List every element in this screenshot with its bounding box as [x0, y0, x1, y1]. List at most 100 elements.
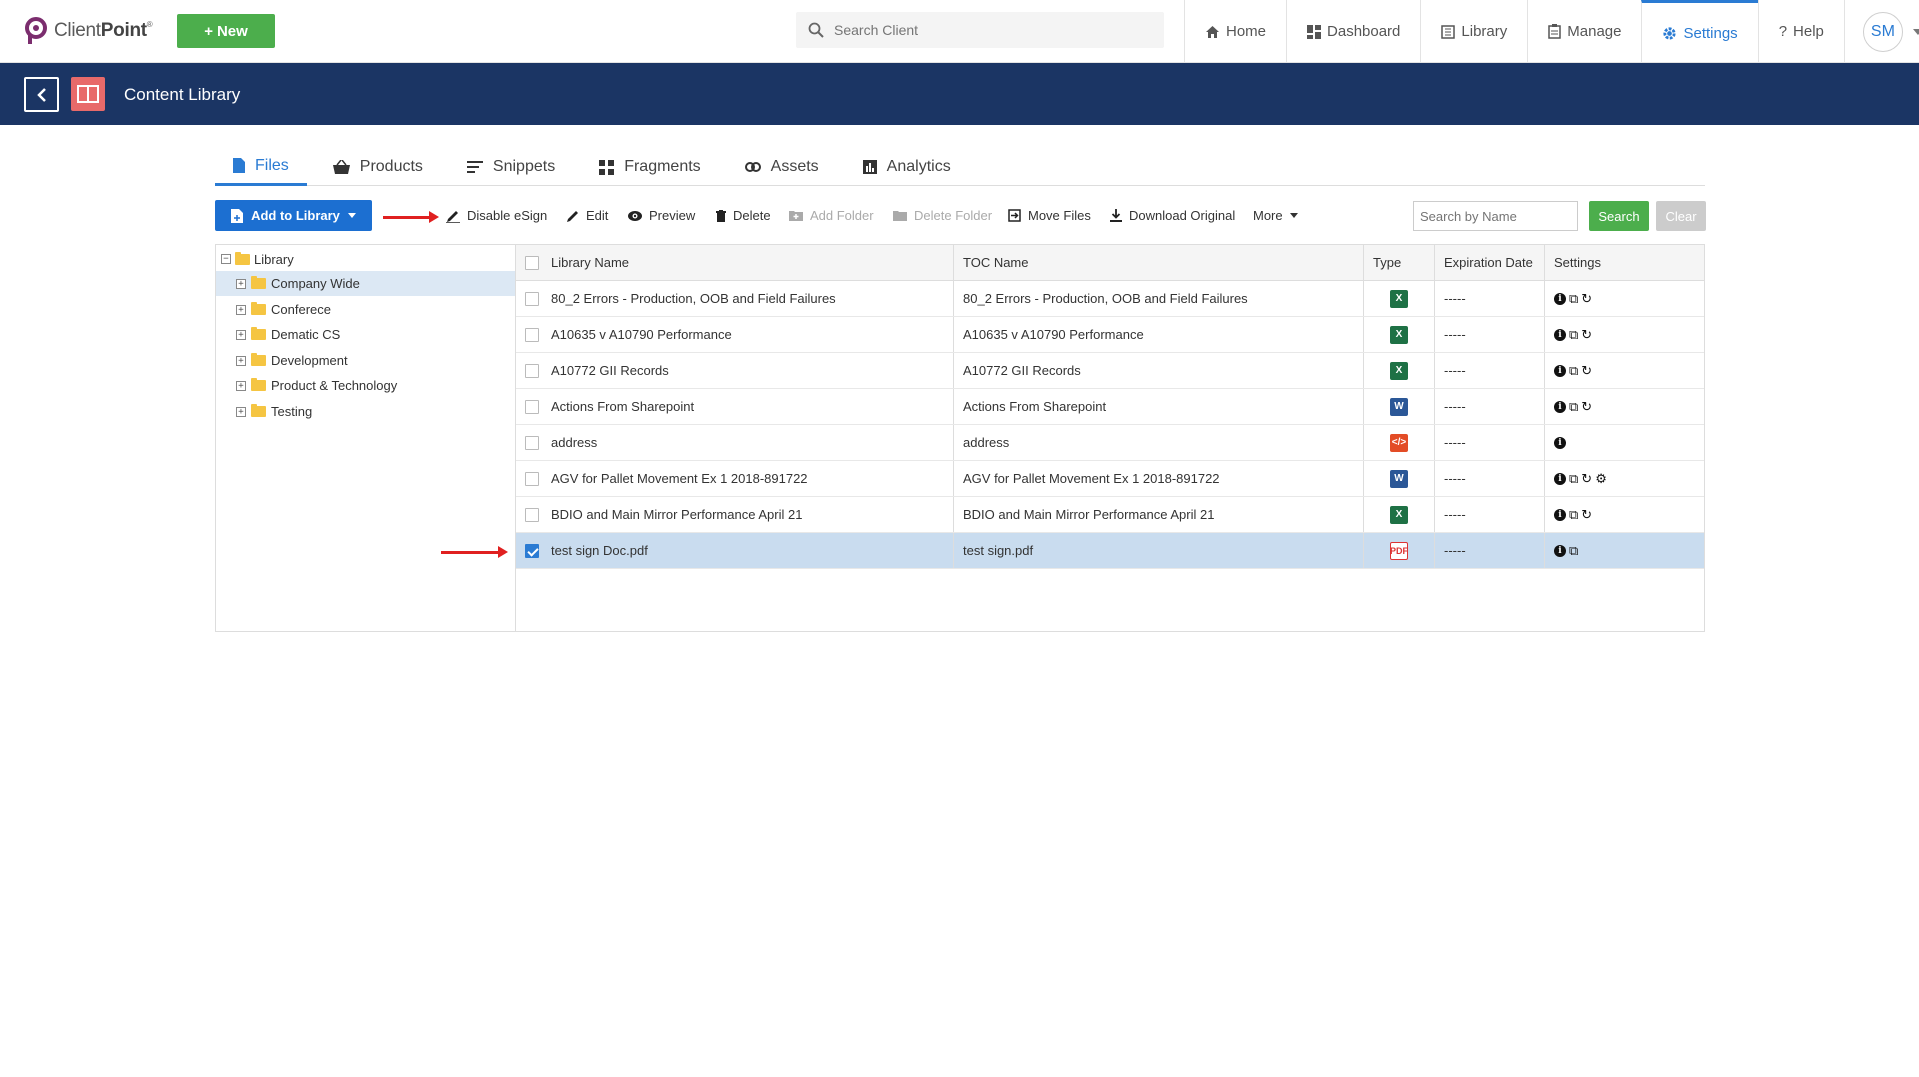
gear-icon[interactable]: ⚙ — [1595, 471, 1607, 487]
tab-analytics[interactable]: Analytics — [845, 148, 969, 186]
cell-library-name[interactable]: 80_2 Errors - Production, OOB and Field … — [542, 281, 953, 316]
header-expiration[interactable]: Expiration Date — [1434, 245, 1544, 280]
tab-assets[interactable]: Assets — [727, 148, 837, 186]
row-checkbox[interactable] — [525, 507, 539, 522]
header-settings[interactable]: Settings — [1544, 245, 1704, 280]
table-row[interactable]: BDIO and Main Mirror Performance April 2… — [516, 497, 1704, 533]
tree-root[interactable]: − Library — [221, 249, 294, 269]
copy-icon[interactable]: ⧉ — [1569, 399, 1578, 415]
tab-fragments[interactable]: Fragments — [581, 148, 718, 186]
nav-help[interactable]: ? Help — [1757, 0, 1844, 63]
cell-library-name[interactable]: Actions From Sharepoint — [542, 389, 953, 424]
cell-library-name[interactable]: A10635 v A10790 Performance — [542, 317, 953, 352]
expand-icon[interactable]: + — [236, 304, 246, 315]
tree-item-development[interactable]: + Development — [216, 348, 516, 373]
nav-library[interactable]: Library — [1420, 0, 1527, 63]
sync-icon[interactable]: ↻ — [1581, 327, 1592, 343]
row-checkbox[interactable] — [525, 471, 539, 486]
copy-icon[interactable]: ⧉ — [1569, 291, 1578, 307]
header-toc-name[interactable]: TOC Name — [953, 245, 1363, 280]
info-icon[interactable]: i — [1554, 472, 1566, 485]
row-checkbox[interactable] — [525, 327, 539, 342]
info-icon[interactable]: i — [1554, 508, 1566, 521]
nav-dashboard-label: Dashboard — [1327, 23, 1401, 40]
nav-settings[interactable]: Settings — [1641, 0, 1758, 63]
table-row[interactable]: address address </> ----- i — [516, 425, 1704, 461]
preview-button[interactable]: Preview — [628, 200, 695, 231]
nav-home[interactable]: Home — [1184, 0, 1286, 63]
more-dropdown[interactable]: More — [1253, 200, 1298, 231]
table-row[interactable]: AGV for Pallet Movement Ex 1 2018-891722… — [516, 461, 1704, 497]
search-client-box[interactable] — [796, 12, 1164, 48]
cell-library-name[interactable]: AGV for Pallet Movement Ex 1 2018-891722 — [542, 461, 953, 496]
nav-dashboard[interactable]: Dashboard — [1286, 0, 1420, 63]
row-checkbox[interactable] — [525, 363, 539, 378]
row-checkbox[interactable] — [525, 399, 539, 414]
expand-icon[interactable]: + — [236, 355, 246, 366]
clientpoint-logo[interactable]: ClientPoint® — [24, 16, 153, 46]
tree-item-dematic-cs[interactable]: + Dematic CS — [216, 322, 516, 347]
sync-icon[interactable]: ↻ — [1581, 471, 1592, 487]
tab-files[interactable]: Files — [215, 148, 307, 186]
expand-icon[interactable]: + — [236, 278, 246, 289]
tree-item-company-wide[interactable]: + Company Wide — [216, 271, 516, 296]
sync-icon[interactable]: ↻ — [1581, 363, 1592, 379]
delete-folder-button[interactable]: Delete Folder — [893, 200, 992, 231]
table-row[interactable]: 80_2 Errors - Production, OOB and Field … — [516, 281, 1704, 317]
row-checkbox[interactable] — [525, 543, 539, 558]
info-icon[interactable]: i — [1554, 328, 1566, 341]
info-icon[interactable]: i — [1554, 436, 1566, 449]
copy-icon[interactable]: ⧉ — [1569, 471, 1578, 487]
tab-snippets[interactable]: Snippets — [449, 148, 573, 186]
select-all-checkbox[interactable] — [525, 255, 539, 270]
move-files-button[interactable]: Move Files — [1008, 200, 1091, 231]
expand-icon[interactable]: + — [236, 406, 246, 417]
sync-icon[interactable]: ↻ — [1581, 507, 1592, 523]
info-icon[interactable]: i — [1554, 292, 1566, 305]
header-type[interactable]: Type — [1363, 245, 1434, 280]
tab-analytics-label: Analytics — [886, 158, 951, 175]
avatar[interactable]: SM — [1862, 11, 1903, 52]
nav-manage[interactable]: Manage — [1527, 0, 1641, 63]
search-button[interactable]: Search — [1589, 201, 1649, 231]
table-row[interactable]: A10772 GII Records A10772 GII Records X ---… — [516, 353, 1704, 389]
tree-item-testing[interactable]: + Testing — [216, 399, 516, 424]
copy-icon[interactable]: ⧉ — [1569, 543, 1578, 559]
new-button[interactable]: + New — [177, 14, 275, 48]
delete-button[interactable]: Delete — [716, 200, 771, 231]
cell-library-name[interactable]: test sign Doc.pdf — [542, 533, 953, 568]
sync-icon[interactable]: ↻ — [1581, 399, 1592, 415]
table-row[interactable]: test sign Doc.pdf test sign.pdf PDF ----- i ⧉ — [516, 533, 1704, 569]
user-menu[interactable]: SM — [1843, 0, 1919, 63]
cell-library-name[interactable]: BDIO and Main Mirror Performance April 2… — [542, 497, 953, 532]
expand-icon[interactable]: + — [236, 329, 246, 340]
tab-products[interactable]: Products — [315, 148, 441, 186]
info-icon[interactable]: i — [1554, 364, 1566, 377]
collapse-icon[interactable]: − — [221, 254, 231, 264]
expand-icon[interactable]: + — [236, 380, 246, 391]
copy-icon[interactable]: ⧉ — [1569, 327, 1578, 343]
sync-icon[interactable]: ↻ — [1581, 291, 1592, 307]
add-to-library-button[interactable]: Add to Library — [215, 200, 372, 231]
disable-esign-button[interactable]: Disable eSign — [446, 200, 547, 231]
add-folder-button[interactable]: Add Folder — [789, 200, 874, 231]
edit-button[interactable]: Edit — [567, 200, 608, 231]
copy-icon[interactable]: ⧉ — [1569, 507, 1578, 523]
cell-library-name[interactable]: address — [542, 425, 953, 460]
search-by-name-input[interactable] — [1413, 201, 1578, 231]
info-icon[interactable]: i — [1554, 544, 1566, 557]
tree-item-conferece[interactable]: + Conferece — [216, 297, 516, 322]
info-icon[interactable]: i — [1554, 400, 1566, 413]
tree-item-product-technology[interactable]: + Product & Technology — [216, 373, 516, 398]
row-checkbox[interactable] — [525, 291, 539, 306]
table-row[interactable]: A10635 v A10790 Performance A10635 v A107… — [516, 317, 1704, 353]
copy-icon[interactable]: ⧉ — [1569, 363, 1578, 379]
download-original-button[interactable]: Download Original — [1110, 200, 1235, 231]
table-row[interactable]: Actions From Sharepoint Actions From Shar… — [516, 389, 1704, 425]
header-library-name[interactable]: Library Name — [542, 245, 953, 280]
back-button[interactable] — [24, 77, 59, 112]
cell-library-name[interactable]: A10772 GII Records — [542, 353, 953, 388]
clear-button[interactable]: Clear — [1656, 201, 1706, 231]
search-client-input[interactable] — [834, 22, 1134, 38]
row-checkbox[interactable] — [525, 435, 539, 450]
